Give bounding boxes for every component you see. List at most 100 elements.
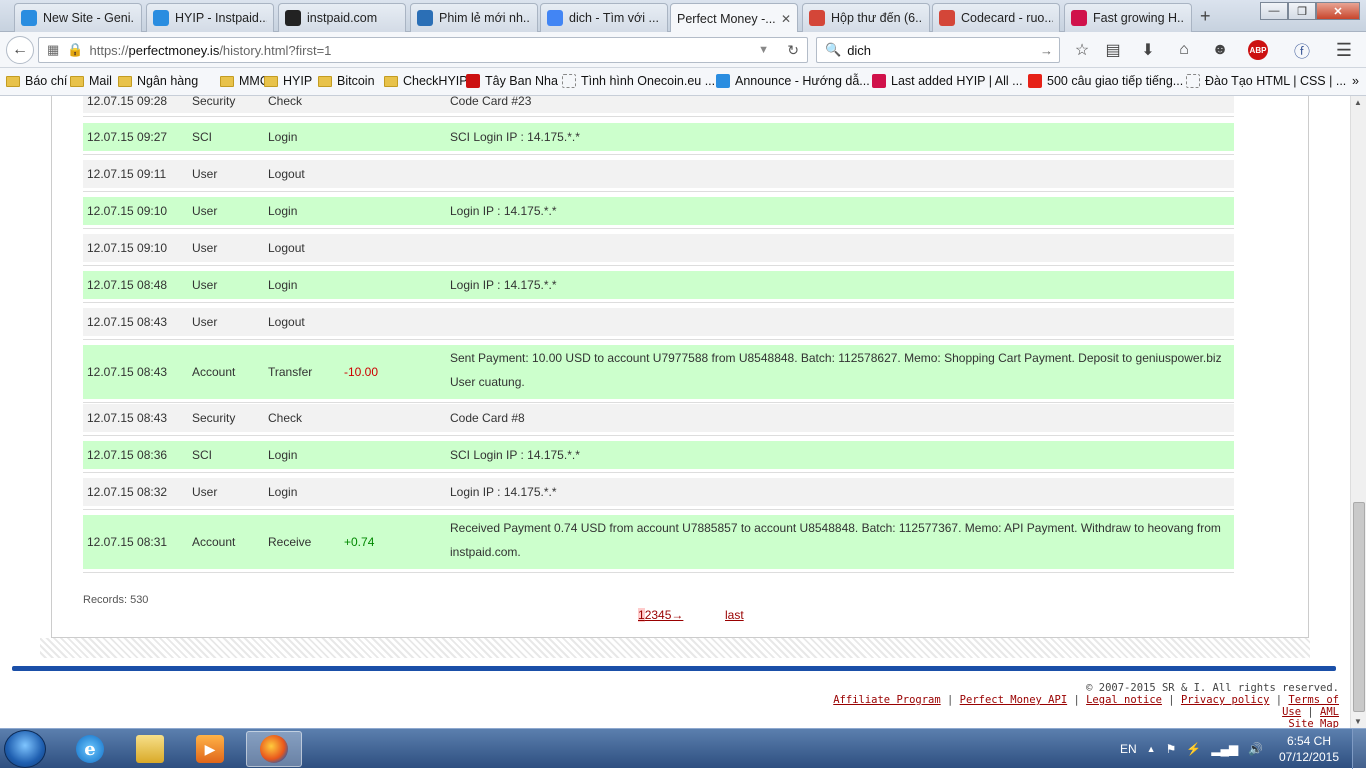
- footer-link-affiliate-program[interactable]: Affiliate Program: [833, 694, 940, 706]
- tab-7[interactable]: Codecard - ruo...: [932, 3, 1060, 32]
- bookmark-label: Bitcoin: [337, 74, 375, 88]
- download-icon[interactable]: ⬇: [1138, 40, 1158, 60]
- folder-icon: [136, 735, 164, 763]
- url-path: /history.html?first=1: [219, 42, 332, 58]
- bookmark-9[interactable]: Announce - Hướng dẫ...: [716, 74, 870, 88]
- folder-icon: [318, 75, 332, 87]
- bookmark-6[interactable]: CheckHYIP: [384, 74, 468, 88]
- history-date: 12.07.15 09:27: [87, 130, 168, 144]
- scroll-down-icon[interactable]: ▼: [1354, 717, 1362, 726]
- adblock-icon[interactable]: ABP: [1248, 40, 1268, 60]
- history-row: 12.07.15 09:10 User Logout: [83, 234, 1234, 265]
- history-row: 12.07.15 08:32 User Login Login IP : 14.175…: [83, 478, 1234, 509]
- minimize-button[interactable]: —: [1260, 2, 1288, 20]
- search-input[interactable]: 🔍 dich →: [816, 37, 1060, 63]
- bookmark-1[interactable]: Mail: [70, 74, 112, 88]
- tab-1[interactable]: HYIP - Instpaid...: [146, 3, 274, 32]
- history-action: Check: [268, 411, 303, 425]
- bookmark-5[interactable]: Bitcoin: [318, 74, 375, 88]
- page-content: 12.07.15 09:28 Security Check Code Card #23…: [0, 96, 1350, 728]
- tab-0[interactable]: New Site - Geni...: [14, 3, 142, 32]
- scroll-thumb[interactable]: [1353, 502, 1365, 712]
- folder-icon: [264, 75, 278, 87]
- link-separator: |: [1067, 694, 1087, 706]
- reading-list-icon[interactable]: ▤: [1103, 40, 1123, 60]
- url-bar[interactable]: ▦ 🔒 https:// perfectmoney.is /history.ht…: [38, 37, 808, 63]
- folder-icon: [118, 75, 132, 87]
- search-value: dich: [847, 42, 872, 58]
- volume-icon[interactable]: 🔊: [1248, 742, 1263, 756]
- history-action: Transfer: [268, 365, 313, 379]
- history-action: Login: [268, 448, 298, 462]
- taskbar-ie[interactable]: e: [62, 731, 118, 767]
- link-separator: |: [1301, 706, 1321, 718]
- s-circle-icon: [716, 74, 730, 88]
- taskbar-media-player[interactable]: ▶: [182, 731, 238, 767]
- url-prefix: https://: [89, 42, 129, 58]
- page-current[interactable]: 1: [638, 608, 645, 622]
- more-bookmarks-icon[interactable]: »: [1352, 74, 1359, 88]
- scroll-up-icon[interactable]: ▲: [1354, 98, 1362, 107]
- windows-start-icon[interactable]: [4, 730, 46, 768]
- bookmark-10[interactable]: Last added HYIP | All ...: [872, 74, 1023, 88]
- taskbar-explorer[interactable]: [122, 731, 178, 767]
- back-button[interactable]: ←: [6, 36, 34, 64]
- bookmark-7[interactable]: Tây Ban Nha: [466, 74, 558, 88]
- footer-link-privacy-policy[interactable]: Privacy policy: [1181, 694, 1270, 706]
- bookmark-3[interactable]: MMO: [220, 74, 270, 88]
- bookmark-4[interactable]: HYIP: [264, 74, 312, 88]
- reload-icon[interactable]: ↻: [787, 42, 799, 59]
- home-icon[interactable]: ⌂: [1174, 40, 1194, 60]
- page-last-link[interactable]: last: [725, 608, 744, 622]
- tab-5[interactable]: Perfect Money -... ✕: [670, 3, 798, 33]
- close-tab-icon[interactable]: ✕: [781, 12, 791, 26]
- power-icon[interactable]: ⚡: [1186, 742, 1201, 756]
- tab-4[interactable]: dich - Tìm với ...: [540, 3, 668, 32]
- tab-groups-icon[interactable]: ▦: [47, 42, 59, 58]
- footer-link-perfect-money-api[interactable]: Perfect Money API: [960, 694, 1067, 706]
- pagination[interactable]: 12345→: [638, 608, 683, 622]
- flag-icon[interactable]: ⚑: [1166, 742, 1177, 756]
- taskbar-firefox[interactable]: [246, 731, 302, 767]
- facebook-icon[interactable]: ⓕ: [1292, 40, 1312, 61]
- tab-2[interactable]: instpaid.com: [278, 3, 406, 32]
- new-tab-button[interactable]: +: [1200, 6, 1211, 27]
- history-desc: Sent Payment: 10.00 USD to account U7977…: [450, 351, 1222, 389]
- tray-expand-icon[interactable]: ▲: [1147, 744, 1156, 754]
- signal-icon[interactable]: ▂▄▆: [1211, 742, 1238, 756]
- bookmark-8[interactable]: Tình hình Onecoin.eu ...: [562, 74, 715, 88]
- bookmark-0[interactable]: Báo chí: [6, 74, 67, 88]
- clock[interactable]: 6:54 CH 07/12/2015: [1278, 733, 1340, 765]
- close-button[interactable]: ✕: [1316, 2, 1360, 20]
- history-desc: Code Card #8: [450, 411, 525, 425]
- show-desktop-button[interactable]: [1352, 729, 1366, 769]
- footer-link-aml[interactable]: AML: [1320, 706, 1339, 718]
- maximize-button[interactable]: ❐: [1288, 2, 1316, 20]
- gmail-icon: [939, 10, 955, 26]
- bookmark-12[interactable]: Đào Tạo HTML | CSS | ...: [1186, 74, 1346, 88]
- copyright-text: © 2007-2015 SR & I. All rights reserved.: [1086, 682, 1339, 694]
- chat-icon[interactable]: ☻: [1210, 40, 1230, 60]
- history-action: Receive: [268, 535, 312, 549]
- history-desc: Login IP : 14.175.*.*: [450, 485, 557, 499]
- bookmark-2[interactable]: Ngân hàng: [118, 74, 198, 88]
- language-indicator[interactable]: EN: [1120, 742, 1137, 756]
- tab-3[interactable]: Phim lẻ mới nh...: [410, 3, 538, 32]
- history-desc: SCI Login IP : 14.175.*.*: [450, 448, 580, 462]
- tab-8[interactable]: Fast growing H...: [1064, 3, 1192, 32]
- footer-link-legal-notice[interactable]: Legal notice: [1086, 694, 1162, 706]
- tab-label: HYIP - Instpaid...: [175, 11, 267, 25]
- bookmark-11[interactable]: 500 câu giao tiếp tiếng...: [1028, 74, 1183, 88]
- chevron-down-icon[interactable]: ▼: [758, 44, 769, 56]
- star-icon[interactable]: ☆: [1072, 40, 1092, 60]
- folder-icon: [220, 75, 234, 87]
- tab-6[interactable]: Hộp thư đến (6...: [802, 3, 930, 32]
- search-go-icon[interactable]: →: [1040, 43, 1053, 58]
- page-scrollbar[interactable]: ▲ ▼: [1350, 96, 1366, 728]
- tab-label: Phim lẻ mới nh...: [439, 11, 531, 25]
- history-type: Security: [192, 96, 236, 108]
- tab-label: dich - Tìm với ...: [569, 11, 659, 25]
- page-links[interactable]: 2345→: [645, 608, 684, 622]
- footer-link-site-map[interactable]: Site Map: [1288, 718, 1339, 728]
- menu-icon[interactable]: ☰: [1334, 40, 1354, 60]
